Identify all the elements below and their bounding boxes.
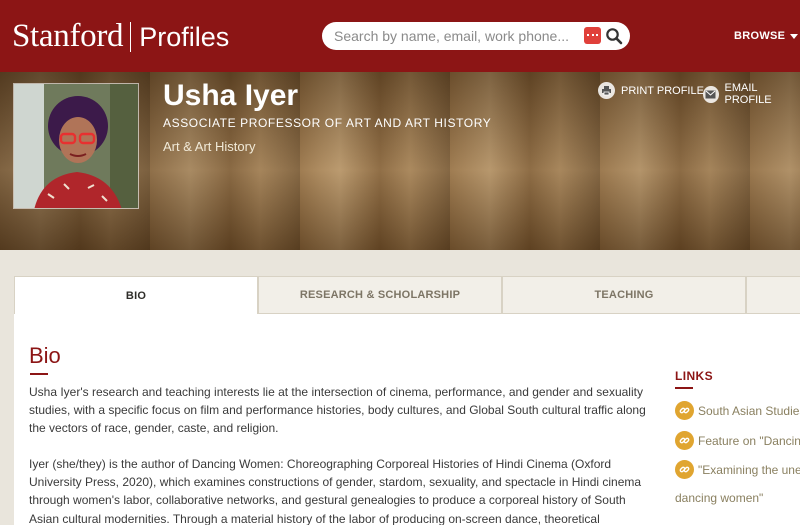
logo-divider: [130, 21, 132, 52]
profile-photo: [13, 83, 139, 209]
search-input[interactable]: [334, 26, 574, 46]
bio-heading: Bio: [29, 343, 61, 368]
printer-icon: [598, 82, 615, 99]
tab-bio[interactable]: BIO: [14, 276, 258, 315]
link-icon: [675, 460, 694, 479]
link-icon: [675, 401, 694, 420]
browse-label: BROWSE: [734, 30, 786, 42]
links-underline: [675, 387, 693, 389]
search-icon[interactable]: [605, 27, 623, 45]
keyboard-icon[interactable]: [584, 27, 601, 44]
stanford-profiles-logo[interactable]: Stanford Profiles: [12, 18, 229, 55]
email-profile-label: EMAIL PROFILE: [724, 82, 772, 106]
browse-menu[interactable]: BROWSE: [734, 30, 799, 42]
link-icon: [675, 431, 694, 450]
print-profile-button[interactable]: PRINT PROFILE: [598, 82, 704, 99]
heading-underline: [30, 373, 48, 375]
link-label: Feature on "Dancing W: [698, 433, 800, 448]
tab-more[interactable]: [746, 276, 800, 314]
caret-down-icon: [790, 33, 799, 39]
bio-paragraph-1: Usha Iyer's research and teaching intere…: [29, 385, 646, 436]
print-profile-label: PRINT PROFILE: [621, 84, 704, 97]
link-label: South Asian Studies a: [698, 403, 800, 418]
profile-tabs: BIO RESEARCH & SCHOLARSHIP TEACHING: [14, 276, 800, 315]
email-profile-button[interactable]: EMAIL PROFILE: [703, 82, 800, 106]
links-heading: LINKS: [675, 369, 713, 383]
tab-teaching[interactable]: TEACHING: [502, 276, 746, 314]
profile-title: ASSOCIATE PROFESSOR OF ART AND ART HISTO…: [163, 116, 492, 130]
brand-product: Profiles: [139, 22, 230, 52]
envelope-icon: [703, 85, 719, 103]
profile-department[interactable]: Art & Art History: [163, 139, 255, 154]
tab-teaching-label: TEACHING: [594, 289, 654, 301]
link-label-continuation[interactable]: dancing women": [675, 491, 763, 505]
bio-paragraph-2: Iyer (she/they) is the author of Dancing…: [29, 457, 642, 525]
link-item[interactable]: "Examining the unex: [675, 460, 800, 479]
tab-research-scholarship[interactable]: RESEARCH & SCHOLARSHIP: [258, 276, 502, 314]
brand-name: Stanford: [12, 18, 124, 54]
tab-research-label: RESEARCH & SCHOLARSHIP: [299, 289, 461, 301]
link-label: "Examining the unex: [698, 462, 800, 477]
link-item[interactable]: Feature on "Dancing W: [675, 431, 800, 450]
profile-name: Usha Iyer: [163, 79, 299, 112]
tab-bio-label: BIO: [125, 290, 147, 302]
link-item[interactable]: South Asian Studies a: [675, 401, 800, 420]
